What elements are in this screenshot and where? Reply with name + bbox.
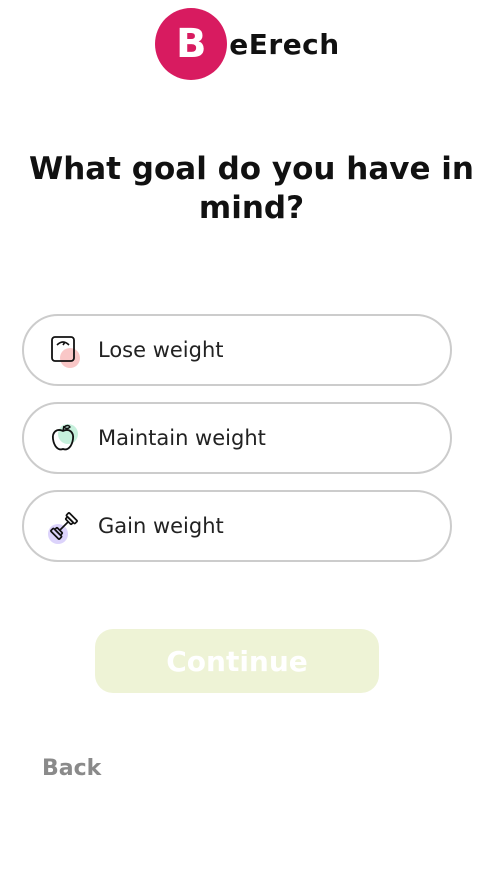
- dumbbell-icon: [48, 510, 80, 544]
- option-maintain-weight[interactable]: Maintain weight: [22, 402, 452, 474]
- continue-button[interactable]: Continue: [95, 629, 379, 693]
- logo-badge: B: [155, 8, 228, 80]
- option-lose-weight[interactable]: Lose weight: [22, 314, 452, 386]
- apple-icon: [48, 422, 80, 454]
- option-label: Maintain weight: [98, 426, 266, 450]
- logo-wrap: B eErech: [155, 8, 339, 80]
- scale-icon: [48, 334, 80, 368]
- option-label: Lose weight: [98, 338, 224, 362]
- option-label: Gain weight: [98, 514, 224, 538]
- page-title: What goal do you have in mind?: [29, 151, 474, 226]
- goal-options: Lose weight Maintain weight Gain weight: [22, 314, 452, 578]
- logo-text: eErech: [229, 27, 340, 61]
- brand-logo: B eErech: [0, 8, 503, 80]
- back-link[interactable]: Back: [42, 756, 101, 781]
- option-gain-weight[interactable]: Gain weight: [22, 490, 452, 562]
